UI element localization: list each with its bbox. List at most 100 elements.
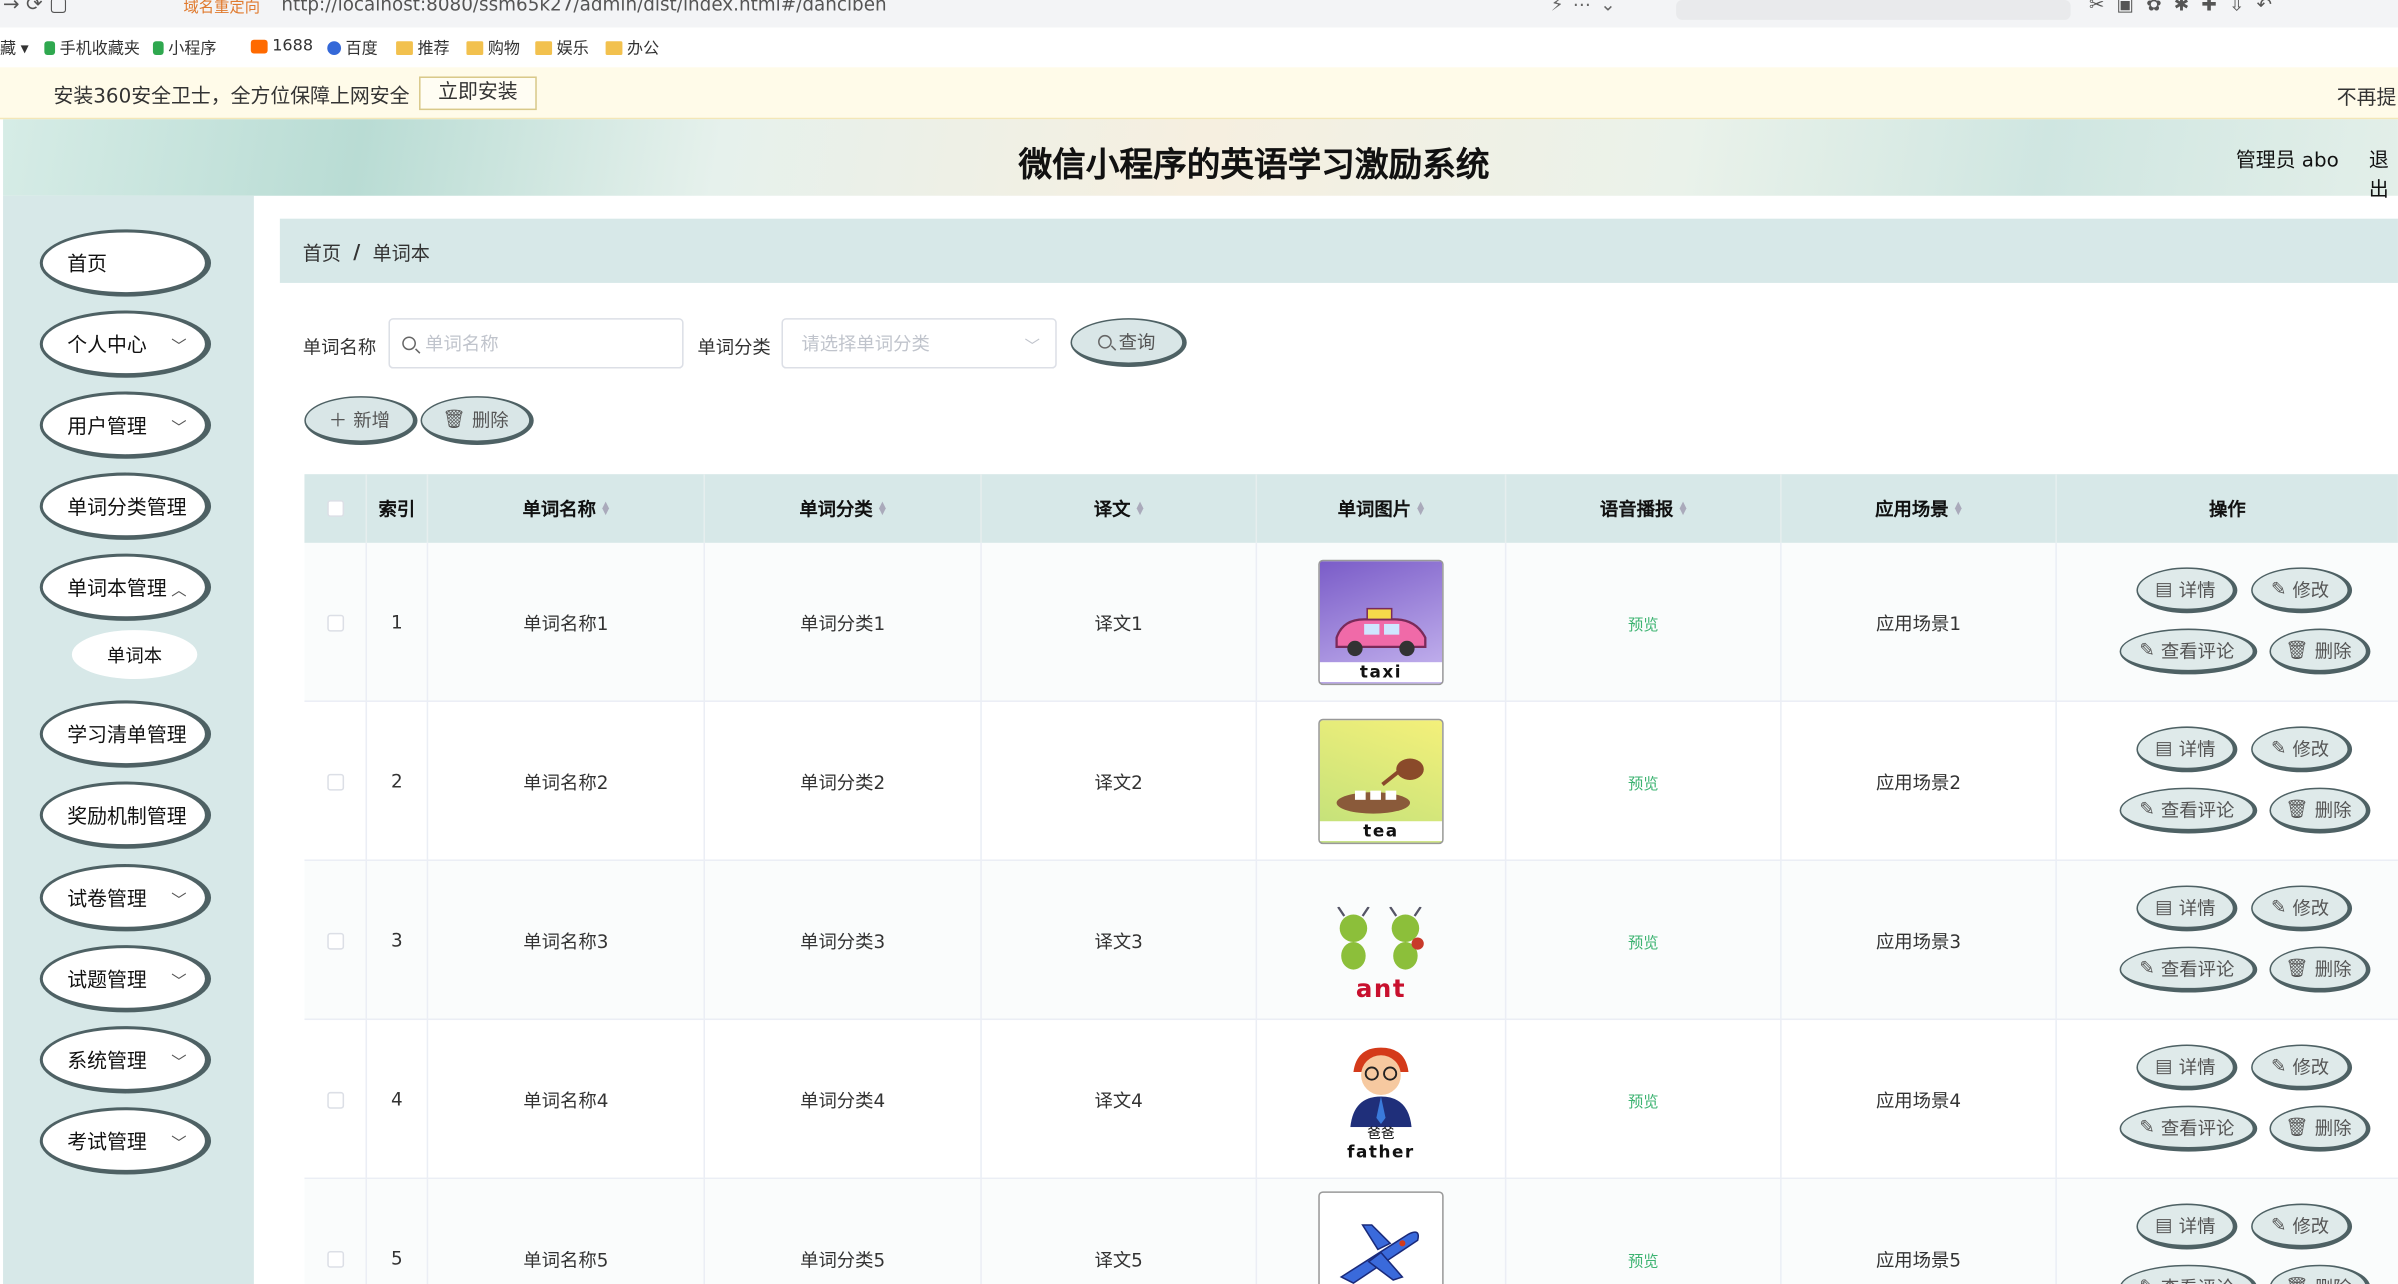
sidebar-item-exams[interactable]: 考试管理 ﹀ [39, 1107, 212, 1175]
word-category-select[interactable]: 请选择单词分类 ﹀ [781, 318, 1057, 369]
browser-nav-icons[interactable]: → ⟳ ▢ [3, 0, 68, 17]
detail-button[interactable]: ▤ 详情 [2136, 1044, 2238, 1091]
sort-icon: ▲ ▼ [1679, 499, 1687, 517]
bookmark-item[interactable]: 藏 ▾ [0, 37, 29, 60]
select-all-cell [304, 474, 368, 543]
row-checkbox[interactable] [326, 1091, 344, 1108]
sidebar-subitem-wordbook[interactable]: 单词本 [71, 630, 198, 680]
trash-icon: 🗑 [2285, 1116, 2309, 1138]
browser-address-bar: → ⟳ ▢ 域名重定向 http://localhost:8080/ssm65k… [0, 0, 2398, 28]
url-text[interactable]: http://localhost:8080/ssm65k27/admin/dis… [281, 0, 886, 15]
edit-button[interactable]: ✎ 修改 [2251, 726, 2353, 773]
audio-preview-link[interactable]: 预览 [1628, 611, 1659, 634]
breadcrumb-home[interactable]: 首页 [303, 236, 341, 265]
browser-search-box[interactable] [1676, 0, 2071, 20]
airplane-icon [1339, 1224, 1419, 1284]
sidebar-item-papers[interactable]: 试卷管理 ﹀ [39, 864, 212, 932]
audio-preview-link[interactable]: 预览 [1628, 770, 1659, 793]
detail-button[interactable]: ▤ 详情 [2136, 885, 2238, 932]
sidebar-item-questions[interactable]: 试题管理 ﹀ [39, 945, 212, 1013]
select-all-checkbox[interactable] [326, 500, 344, 517]
delete-button[interactable]: 🗑删除 [2269, 946, 2371, 993]
word-category-label: 单词分类 [697, 336, 771, 358]
col-word-category[interactable]: 单词分类 ▲ ▼ [705, 474, 982, 543]
category-cell: 单词分类5 [705, 1179, 982, 1284]
col-scene[interactable]: 应用场景 ▲ ▼ [1782, 474, 2057, 543]
audio-preview-link[interactable]: 预览 [1628, 929, 1659, 952]
delete-button[interactable]: 🗑删除 [2269, 787, 2371, 834]
breadcrumb: 首页 / 单词本 [279, 218, 2398, 283]
sidebar-item-home[interactable]: 首页 [39, 229, 212, 297]
edit-button[interactable]: ✎ 修改 [2251, 1203, 2353, 1250]
batch-delete-button[interactable]: 🗑 删除 [420, 396, 534, 446]
table-row: 3 单词名称3 单词分类3 译文3 ant 预览 应用场景3 [304, 860, 2398, 1021]
sidebar-item-wordbook[interactable]: 单词本管理 ︿ [39, 553, 212, 621]
bookmark-item[interactable]: 1688 [250, 37, 313, 55]
plane-image[interactable] [1318, 1191, 1444, 1284]
scene-cell: 应用场景2 [1782, 701, 2057, 861]
edit-button[interactable]: ✎ 修改 [2251, 885, 2353, 932]
sidebar-item-system[interactable]: 系统管理 ﹀ [39, 1026, 212, 1094]
col-word-name[interactable]: 单词名称 ▲ ▼ [428, 474, 706, 543]
edit-button[interactable]: ✎ 修改 [2251, 1044, 2353, 1091]
detail-button[interactable]: ▤ 详情 [2136, 567, 2238, 614]
tea-image[interactable]: tea [1318, 718, 1444, 845]
sidebar-item-users[interactable]: 用户管理 ﹀ [39, 391, 212, 459]
bookmark-item[interactable]: 百度 [327, 37, 378, 60]
scene-cell: 应用场景4 [1782, 1020, 2057, 1180]
sidebar-item-study-list[interactable]: 学习清单管理 [39, 700, 212, 768]
detail-button[interactable]: ▤ 详情 [2136, 726, 2238, 773]
sort-icon: ▲ ▼ [1954, 499, 1962, 517]
sidebar-item-rewards[interactable]: 奖励机制管理 [39, 781, 212, 849]
address-bar-icons[interactable]: ⚡⋯⌄ [1551, 0, 1625, 15]
word-name-cell: 单词名称5 [428, 1179, 706, 1284]
row-checkbox[interactable] [326, 614, 344, 631]
view-comments-button[interactable]: ✎查看评论 [2119, 787, 2258, 834]
sidebar-item-profile[interactable]: 个人中心 ﹀ [39, 310, 212, 378]
col-index: 索引 [367, 474, 429, 543]
row-checkbox[interactable] [326, 773, 344, 790]
logout-link[interactable]: 退出 [2369, 144, 2398, 202]
delete-button[interactable]: 🗑删除 [2269, 628, 2371, 675]
row-checkbox[interactable] [326, 932, 344, 949]
edit-button[interactable]: ✎ 修改 [2251, 567, 2353, 614]
table-row: 5 单词名称5 单词分类5 译文5 预览 应用场景5 [304, 1179, 2398, 1284]
trash-icon: 🗑 [2285, 798, 2309, 820]
translation-cell: 译文3 [982, 860, 1258, 1021]
col-audio[interactable]: 语音播报 ▲ ▼ [1506, 474, 1782, 543]
bookmark-item[interactable]: 手机收藏夹 [44, 37, 140, 60]
add-button[interactable]: ＋ 新增 [304, 396, 418, 446]
col-word-image[interactable]: 单词图片 ▲ ▼ [1257, 474, 1507, 543]
chevron-down-icon: ﹀ [171, 1055, 187, 1073]
bookmark-item[interactable]: 小程序 [152, 37, 216, 60]
col-translation[interactable]: 译文 ▲ ▼ [982, 474, 1258, 543]
install-button[interactable]: 立即安装 [419, 76, 537, 111]
pencil-icon: ✎ [2139, 1275, 2154, 1284]
view-comments-button[interactable]: ✎查看评论 [2119, 1105, 2258, 1152]
row-select-cell [304, 1020, 368, 1180]
view-comments-button[interactable]: ✎查看评论 [2119, 628, 2258, 675]
ant-image[interactable]: ant [1318, 878, 1443, 1003]
query-button[interactable]: 查询 [1070, 318, 1187, 368]
pencil-icon: ✎ [2270, 737, 2287, 759]
sort-icon: ▲ ▼ [1136, 499, 1144, 517]
word-name-input[interactable]: 单词名称 [388, 318, 684, 369]
dismiss-link[interactable]: 不再提 [2337, 81, 2397, 110]
actions-cell [2057, 543, 2398, 702]
detail-button[interactable]: ▤ 详情 [2136, 1203, 2238, 1250]
audio-preview-link[interactable]: 预览 [1628, 1088, 1659, 1111]
row-checkbox[interactable] [326, 1250, 344, 1268]
audio-preview-link[interactable]: 预览 [1628, 1247, 1659, 1270]
document-icon: ▤ [2155, 1214, 2173, 1236]
taxi-image[interactable]: taxi [1318, 559, 1444, 686]
bookmark-item[interactable]: 购物 [466, 37, 520, 60]
father-image[interactable]: 爸爸 father [1318, 1037, 1443, 1162]
bookmark-item[interactable]: 娱乐 [535, 37, 589, 60]
delete-button[interactable]: 🗑删除 [2269, 1105, 2371, 1152]
sidebar-item-word-categories[interactable]: 单词分类管理 [39, 472, 212, 540]
bookmark-item[interactable]: 推荐 [396, 37, 450, 60]
browser-toolbar-icons[interactable]: ✂▣✿✱✚⇩↶ [2089, 0, 2284, 15]
view-comments-button[interactable]: ✎查看评论 [2119, 946, 2258, 993]
phone-icon [44, 41, 56, 56]
bookmark-item[interactable]: 办公 [605, 37, 659, 60]
